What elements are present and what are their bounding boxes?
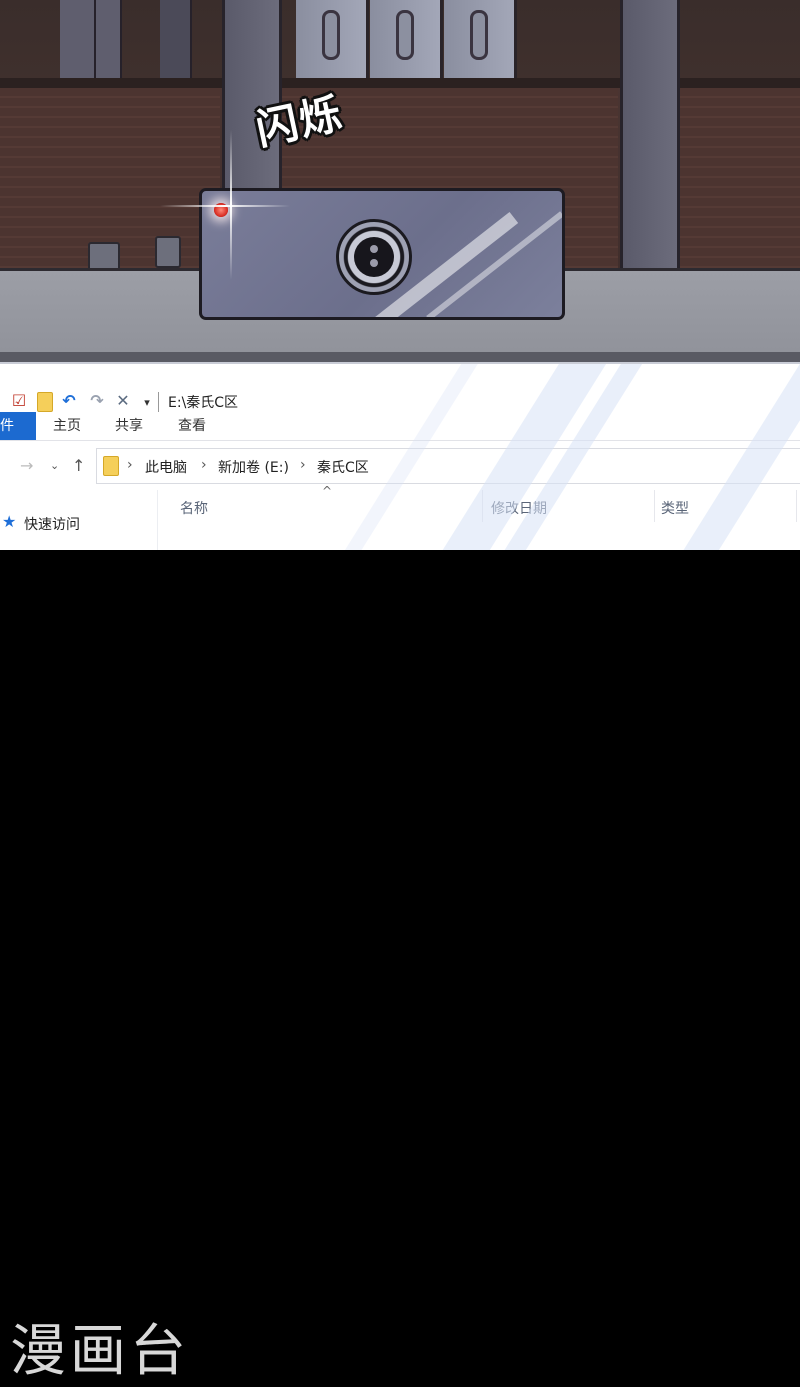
nav-pane-quick-access[interactable]: 快速访问 xyxy=(24,514,80,534)
file-explorer-window: ☑ ↶ ↷ ✕ ▾ E:\秦氏C区 文件 主页 共享 查看 → ⌄ ↑ › 此电… xyxy=(0,362,800,550)
tab-home[interactable]: 主页 xyxy=(53,412,81,440)
sort-ascending-icon: ^ xyxy=(322,484,333,498)
undo-icon[interactable]: ↶ xyxy=(60,392,78,410)
delete-icon[interactable]: ✕ xyxy=(114,392,132,410)
toolbar-divider xyxy=(158,392,159,412)
column-header-type[interactable]: 类型 xyxy=(661,498,689,518)
breadcrumb-drive-e[interactable]: 新加卷 (E:) xyxy=(218,457,289,477)
column-header-name[interactable]: 名称 xyxy=(180,498,208,518)
column-divider[interactable] xyxy=(654,490,655,522)
up-arrow-icon[interactable]: ↑ xyxy=(72,456,85,475)
binder xyxy=(370,0,443,80)
binder xyxy=(296,0,369,80)
ribbon-tabs: 文件 主页 共享 查看 xyxy=(0,412,800,441)
cabinet-door xyxy=(680,88,800,270)
webcam-lens-icon xyxy=(336,219,412,295)
shelf-board xyxy=(0,78,800,88)
breadcrumb-chevron-icon[interactable]: › xyxy=(127,457,133,473)
redo-icon[interactable]: ↷ xyxy=(88,392,106,410)
watermark-logo: 漫画台 xyxy=(10,1319,190,1384)
pane-divider[interactable] xyxy=(157,490,158,550)
recent-locations-chevron-icon[interactable]: ⌄ xyxy=(50,459,59,472)
forward-arrow-icon[interactable]: → xyxy=(20,456,33,475)
desk-object xyxy=(155,236,181,268)
comic-panel-scene: 闪烁 xyxy=(0,0,800,362)
column-divider[interactable] xyxy=(796,490,797,522)
breadcrumb-chevron-icon[interactable]: › xyxy=(201,457,207,473)
column-header-date-modified[interactable]: 修改日期 xyxy=(491,498,547,518)
breadcrumb-chevron-icon[interactable]: › xyxy=(300,457,306,473)
flare-icon xyxy=(230,130,232,280)
properties-icon[interactable]: ☑ xyxy=(10,392,28,410)
book-spine xyxy=(96,0,122,80)
binder xyxy=(444,0,517,80)
window-title-path: E:\秦氏C区 xyxy=(168,395,239,411)
tab-share[interactable]: 共享 xyxy=(115,412,143,440)
quick-access-toolbar: ☑ ↶ ↷ ✕ ▾ E:\秦氏C区 xyxy=(0,364,800,412)
quick-access-star-icon: ★ xyxy=(2,512,17,531)
tab-file-label: 文件 xyxy=(0,418,14,434)
breadcrumb-this-pc[interactable]: 此电脑 xyxy=(145,457,187,477)
customize-dropdown-icon[interactable]: ▾ xyxy=(138,394,156,412)
navigation-bar: → ⌄ ↑ › 此电脑 › 新加卷 (E:) › 秦氏C区 xyxy=(0,448,800,484)
column-divider[interactable] xyxy=(482,490,483,522)
address-bar[interactable]: › 此电脑 › 新加卷 (E:) › 秦氏C区 xyxy=(96,448,800,484)
book-spine xyxy=(160,0,192,80)
tab-file[interactable]: 文件 xyxy=(0,412,36,440)
tab-view[interactable]: 查看 xyxy=(178,412,206,440)
flare-icon xyxy=(160,205,290,207)
new-folder-icon[interactable] xyxy=(36,392,54,412)
shelf-pillar xyxy=(620,0,680,280)
book-spine xyxy=(60,0,96,80)
webcam xyxy=(199,188,565,320)
folder-icon xyxy=(103,456,119,476)
breadcrumb-folder[interactable]: 秦氏C区 xyxy=(317,457,369,477)
desk-edge xyxy=(0,352,800,362)
